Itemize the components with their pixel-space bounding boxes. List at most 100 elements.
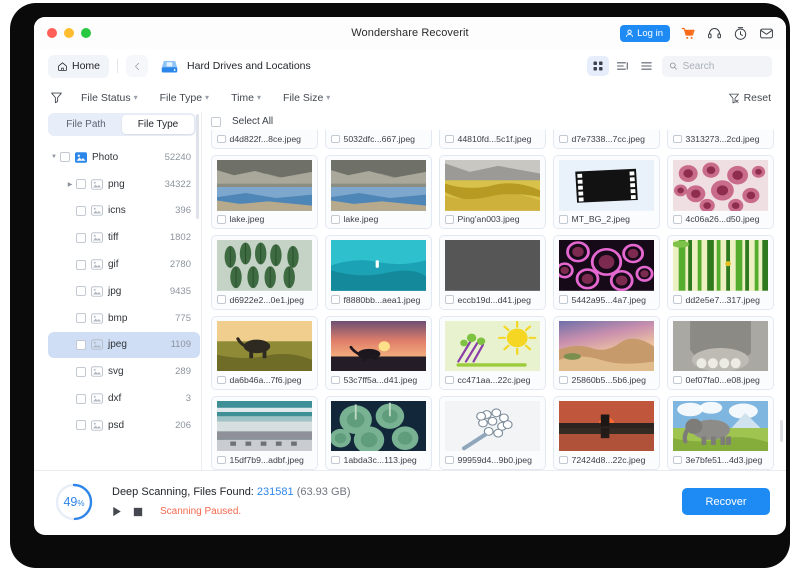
maximize-button[interactable]: [81, 28, 91, 38]
sidebar-scrollbar[interactable]: [196, 114, 199, 219]
tree-item-gif[interactable]: gif2780: [48, 251, 200, 278]
thumbnail-cell[interactable]: 53c7ff5a...d41.jpeg: [325, 316, 432, 390]
thumbnail-cell[interactable]: 44810fd...5c1f.jpeg: [439, 130, 546, 149]
thumbnail-checkbox[interactable]: [445, 376, 454, 385]
thumbnail-checkbox[interactable]: [559, 456, 568, 465]
thumbnail-cell[interactable]: dd2e5e7...317.jpeg: [667, 235, 774, 309]
thumbnail-cell[interactable]: d4d822f...8ce.jpeg: [211, 130, 318, 149]
stop-button[interactable]: [133, 507, 143, 517]
tree-item-checkbox[interactable]: [76, 260, 86, 270]
tree-item-tiff[interactable]: tiff1802: [48, 224, 200, 251]
thumbnail-cell[interactable]: 3e7bfe51...4d3.jpeg: [667, 396, 774, 470]
funnel-icon[interactable]: [50, 91, 63, 104]
tree-item-psd[interactable]: psd206: [48, 412, 200, 439]
filter-file-type[interactable]: File Type ▾: [160, 92, 209, 104]
chevron-right-icon[interactable]: ▶: [64, 181, 76, 188]
timer-icon[interactable]: [733, 26, 748, 41]
tree-item-checkbox[interactable]: [76, 340, 86, 350]
thumbnail-cell[interactable]: cc471aa...22c.jpeg: [439, 316, 546, 390]
thumbnail-checkbox[interactable]: [331, 456, 340, 465]
thumbnail-checkbox[interactable]: [445, 456, 454, 465]
recover-button[interactable]: Recover: [682, 488, 770, 515]
tree-item-checkbox[interactable]: [76, 233, 86, 243]
thumbnail-checkbox[interactable]: [217, 135, 226, 144]
tab-file-type[interactable]: File Type: [122, 115, 194, 134]
tree-item-checkbox[interactable]: [60, 152, 70, 162]
thumbnail-cell[interactable]: eccb19d...d41.jpeg: [439, 235, 546, 309]
close-button[interactable]: [47, 28, 57, 38]
thumbnail-checkbox[interactable]: [331, 215, 340, 224]
tree-item-checkbox[interactable]: [76, 286, 86, 296]
search-input[interactable]: [683, 61, 765, 72]
thumbnail-cell[interactable]: 5442a95...4a7.jpeg: [553, 235, 660, 309]
mail-icon[interactable]: [759, 26, 774, 41]
thumbnail-cell[interactable]: 25860b5...5b6.jpeg: [553, 316, 660, 390]
thumbnail-checkbox[interactable]: [445, 135, 454, 144]
grid-scrollbar[interactable]: [780, 420, 784, 442]
tree-item-jpg[interactable]: jpg9435: [48, 278, 200, 305]
filter-file-status[interactable]: File Status ▾: [81, 92, 138, 104]
thumbnail-cell[interactable]: 72424d8...22c.jpeg: [553, 396, 660, 470]
home-button[interactable]: Home: [48, 55, 109, 78]
thumbnail-cell[interactable]: 15df7b9...adbf.jpeg: [211, 396, 318, 470]
play-button[interactable]: [112, 506, 122, 517]
filter-file-size[interactable]: File Size ▾: [283, 92, 330, 104]
thumbnail-checkbox[interactable]: [559, 376, 568, 385]
grid-view-button[interactable]: [587, 56, 609, 76]
tree-item-jpeg[interactable]: jpeg1109: [48, 332, 200, 359]
tree-item-photo[interactable]: ▼Photo52240: [48, 144, 200, 171]
thumbnail-checkbox[interactable]: [673, 376, 682, 385]
thumbnail-cell[interactable]: d7e7338...7cc.jpeg: [553, 130, 660, 149]
thumbnail-checkbox[interactable]: [217, 376, 226, 385]
select-all-row[interactable]: Select All: [202, 112, 786, 127]
login-button[interactable]: Log in: [620, 25, 670, 42]
minimize-button[interactable]: [64, 28, 74, 38]
thumbnail-cell[interactable]: 1abda3c...113.jpeg: [325, 396, 432, 470]
tree-item-svg[interactable]: svg289: [48, 358, 200, 385]
back-button[interactable]: [126, 55, 148, 77]
tree-item-icns[interactable]: icns396: [48, 198, 200, 225]
chevron-down-icon[interactable]: ▼: [48, 154, 60, 160]
tree-item-checkbox[interactable]: [76, 394, 86, 404]
thumbnail-checkbox[interactable]: [331, 135, 340, 144]
thumbnail-checkbox[interactable]: [217, 295, 226, 304]
thumbnail-checkbox[interactable]: [559, 295, 568, 304]
thumbnail-checkbox[interactable]: [673, 295, 682, 304]
thumbnail-cell[interactable]: Ping'an003.jpeg: [439, 155, 546, 229]
thumbnail-checkbox[interactable]: [217, 215, 226, 224]
tree-item-checkbox[interactable]: [76, 420, 86, 430]
reset-button[interactable]: Reset: [728, 92, 771, 104]
thumbnail-checkbox[interactable]: [673, 135, 682, 144]
tree-item-bmp[interactable]: bmp775: [48, 305, 200, 332]
thumbnail-checkbox[interactable]: [331, 376, 340, 385]
filter-time[interactable]: Time ▾: [231, 92, 261, 104]
tree-item-png[interactable]: ▶png34322: [48, 171, 200, 198]
tree-item-checkbox[interactable]: [76, 313, 86, 323]
thumbnail-checkbox[interactable]: [559, 135, 568, 144]
thumbnail-cell[interactable]: 4c06a26...d50.jpeg: [667, 155, 774, 229]
tree-item-checkbox[interactable]: [76, 206, 86, 216]
thumbnail-cell[interactable]: 0ef07fa0...e08.jpeg: [667, 316, 774, 390]
search-box[interactable]: [662, 56, 772, 77]
thumbnail-cell[interactable]: 3313273...2cd.jpeg: [667, 130, 774, 149]
tree-item-checkbox[interactable]: [76, 367, 86, 377]
thumbnail-checkbox[interactable]: [445, 295, 454, 304]
thumbnail-cell[interactable]: f8880bb...aea1.jpeg: [325, 235, 432, 309]
thumbnail-cell[interactable]: d6922e2...0e1.jpeg: [211, 235, 318, 309]
thumbnail-cell[interactable]: da6b46a...7f6.jpeg: [211, 316, 318, 390]
tree-item-checkbox[interactable]: [76, 179, 86, 189]
list-view-button[interactable]: [635, 56, 657, 76]
cart-icon[interactable]: [681, 26, 696, 41]
thumbnail-cell[interactable]: MT_BG_2.jpeg: [553, 155, 660, 229]
thumbnail-checkbox[interactable]: [331, 295, 340, 304]
headset-icon[interactable]: [707, 26, 722, 41]
detail-view-button[interactable]: [611, 56, 633, 76]
thumbnail-cell[interactable]: lake.jpeg: [211, 155, 318, 229]
thumbnail-cell[interactable]: 99959d4...9b0.jpeg: [439, 396, 546, 470]
select-all-checkbox[interactable]: [211, 117, 221, 127]
thumbnail-checkbox[interactable]: [445, 215, 454, 224]
thumbnail-checkbox[interactable]: [673, 456, 682, 465]
thumbnail-cell[interactable]: 5032dfc...667.jpeg: [325, 130, 432, 149]
tab-file-path[interactable]: File Path: [50, 115, 122, 134]
tree-item-dxf[interactable]: dxf3: [48, 385, 200, 412]
